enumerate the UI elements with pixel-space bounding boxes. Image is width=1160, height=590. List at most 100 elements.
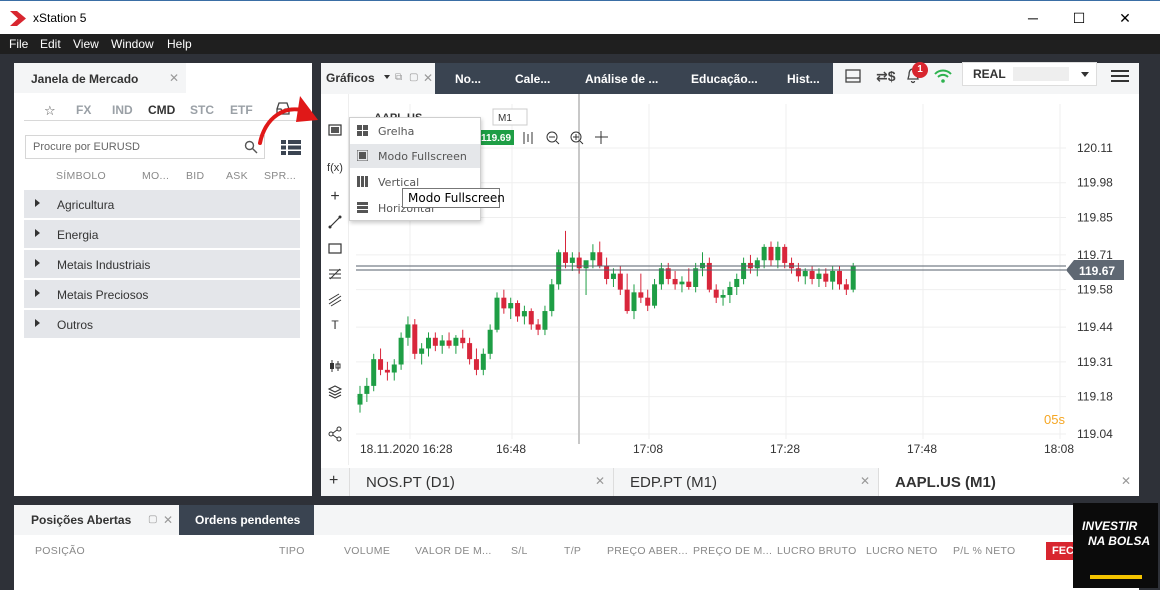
col-tp[interactable]: T/P <box>564 545 581 557</box>
rectangle-icon[interactable] <box>327 240 343 256</box>
menu-view[interactable]: View <box>73 37 99 51</box>
expand-arrow-icon <box>35 199 40 207</box>
tab-analise[interactable]: Análise de ... <box>585 72 658 86</box>
dollar-exchange-icon[interactable]: ⇄$ <box>876 68 896 85</box>
indicators-icon[interactable]: f(x) <box>327 162 343 178</box>
col-lucro-bruto[interactable]: LUCRO BRUTO <box>777 545 857 557</box>
col-bid[interactable]: BID <box>186 170 204 182</box>
chart-type-icon[interactable] <box>523 132 533 144</box>
candle-type-icon[interactable] <box>327 358 343 374</box>
badge-line2: NA BOLSA <box>1088 534 1151 548</box>
chart-drawing-toolbar: f(x) + T <box>321 94 349 465</box>
candle-body <box>672 278 678 285</box>
tab-stc[interactable]: STC <box>190 103 214 117</box>
zoom-out-icon[interactable] <box>546 131 560 145</box>
crosshair-icon[interactable]: + <box>327 188 343 205</box>
col-valor-mercado[interactable]: VALOR DE M... <box>415 545 492 557</box>
candle-body <box>515 303 521 317</box>
fibonacci-icon[interactable] <box>327 266 343 282</box>
expand-arrow-icon <box>35 289 40 297</box>
menu-item-fullscreen[interactable]: Modo Fullscreen <box>350 144 480 168</box>
menu-help[interactable]: Help <box>167 37 192 51</box>
notification-badge: 1 <box>912 62 928 78</box>
hamburger-menu-icon[interactable] <box>1111 70 1129 82</box>
col-pl-neto[interactable]: P/L % NETO <box>953 545 1016 557</box>
col-spread[interactable]: SPR... <box>264 170 296 182</box>
tab-ordens-pendentes[interactable]: Ordens pendentes <box>179 505 314 535</box>
dropdown-arrow-icon <box>384 75 390 79</box>
tab-aapl-us[interactable]: AAPL.US (M1) ✕ <box>878 468 1139 496</box>
col-sl[interactable]: S/L <box>511 545 528 557</box>
tab-educacao[interactable]: Educação... <box>691 72 758 86</box>
col-ask[interactable]: ASK <box>226 170 248 182</box>
close-icon[interactable]: ✕ <box>860 474 870 488</box>
maximize-panel-icon[interactable]: ▢ <box>409 72 418 83</box>
group-agricultura[interactable]: Agricultura <box>24 190 300 218</box>
tab-nos-pt[interactable]: NOS.PT (D1) ✕ <box>349 468 613 496</box>
candle-body <box>830 270 836 282</box>
graficos-dropdown[interactable]: Gráficos <box>326 71 375 85</box>
tab-historico[interactable]: Hist... <box>787 72 820 86</box>
symbol-search-input[interactable]: Procure por EURUSD <box>25 135 265 159</box>
popout-icon[interactable]: ⧉ <box>395 72 402 83</box>
tooltip: Modo Fullscreen <box>402 188 505 208</box>
maximize-panel-icon[interactable]: ▢ <box>148 514 157 525</box>
close-icon[interactable]: ✕ <box>1121 474 1131 488</box>
tab-fx[interactable]: FX <box>76 103 91 117</box>
group-metais-preciosos[interactable]: Metais Preciosos <box>24 280 300 308</box>
menu-item-grelha[interactable]: Grelha <box>350 119 480 143</box>
close-icon[interactable]: ✕ <box>423 71 433 85</box>
account-selector[interactable]: REAL <box>962 62 1097 86</box>
share-icon[interactable] <box>327 426 343 442</box>
col-tipo[interactable]: TIPO <box>279 545 305 557</box>
layout-grid-icon[interactable] <box>327 122 343 138</box>
pan-move-icon[interactable] <box>595 131 608 144</box>
grid-icon <box>357 125 368 136</box>
close-icon[interactable]: ✕ <box>595 474 605 488</box>
candle-body <box>843 284 849 290</box>
layout-icon[interactable] <box>845 69 861 83</box>
pitchfork-icon[interactable] <box>327 292 343 308</box>
group-energia[interactable]: Energia <box>24 220 300 248</box>
tab-noticias[interactable]: No... <box>455 72 481 86</box>
tab-calendario[interactable]: Cale... <box>515 72 550 86</box>
group-outros[interactable]: Outros <box>24 310 300 338</box>
col-volume[interactable]: VOLUME <box>344 545 390 557</box>
text-tool-icon[interactable]: T <box>327 318 343 334</box>
col-symbol[interactable]: SÍMBOLO <box>56 170 106 182</box>
col-preco-abertura[interactable]: PREÇO ABER... <box>607 545 688 557</box>
tab-edp-pt[interactable]: EDP.PT (M1) ✕ <box>613 468 878 496</box>
maximize-button[interactable]: ☐ <box>1056 5 1102 31</box>
candle-body <box>837 270 842 285</box>
close-icon[interactable]: ✕ <box>163 513 173 527</box>
tab-posicoes-abertas[interactable]: Posições Abertas <box>31 513 131 527</box>
col-mode[interactable]: MO... <box>142 170 169 182</box>
close-window-button[interactable]: ✕ <box>1102 5 1148 31</box>
candle-body <box>597 252 603 266</box>
add-chart-button[interactable]: + <box>329 472 338 490</box>
menu-edit[interactable]: Edit <box>40 37 61 51</box>
trendline-icon[interactable] <box>327 214 343 230</box>
x-axis: 18.11.2020 16:28 16:48 17:08 17:28 17:48 18:0… <box>360 442 1074 456</box>
col-posicao[interactable]: POSIÇÃO <box>35 545 85 557</box>
candle-body <box>795 268 801 277</box>
close-icon[interactable]: ✕ <box>169 71 179 85</box>
candle-body <box>754 260 760 269</box>
xstation-logo-icon <box>10 11 26 26</box>
candle-body <box>357 393 363 405</box>
layers-icon[interactable] <box>327 384 343 400</box>
tab-cmd[interactable]: CMD <box>148 103 175 117</box>
tab-ind[interactable]: IND <box>112 103 133 117</box>
menu-file[interactable]: File <box>9 37 28 51</box>
candle-body <box>713 289 719 298</box>
candle-body <box>583 260 589 269</box>
col-preco-mercado[interactable]: PREÇO DE M... <box>693 545 772 557</box>
favorites-star-icon[interactable]: ☆ <box>44 103 56 119</box>
menu-window[interactable]: Window <box>111 37 154 51</box>
window-title: xStation 5 <box>33 11 87 25</box>
minimize-button[interactable]: ─ <box>1010 5 1056 31</box>
zoom-in-icon[interactable] <box>570 131 584 145</box>
group-metais-industriais[interactable]: Metais Industriais <box>24 250 300 278</box>
col-lucro-neto[interactable]: LUCRO NETO <box>866 545 938 557</box>
candle-body <box>378 359 384 370</box>
